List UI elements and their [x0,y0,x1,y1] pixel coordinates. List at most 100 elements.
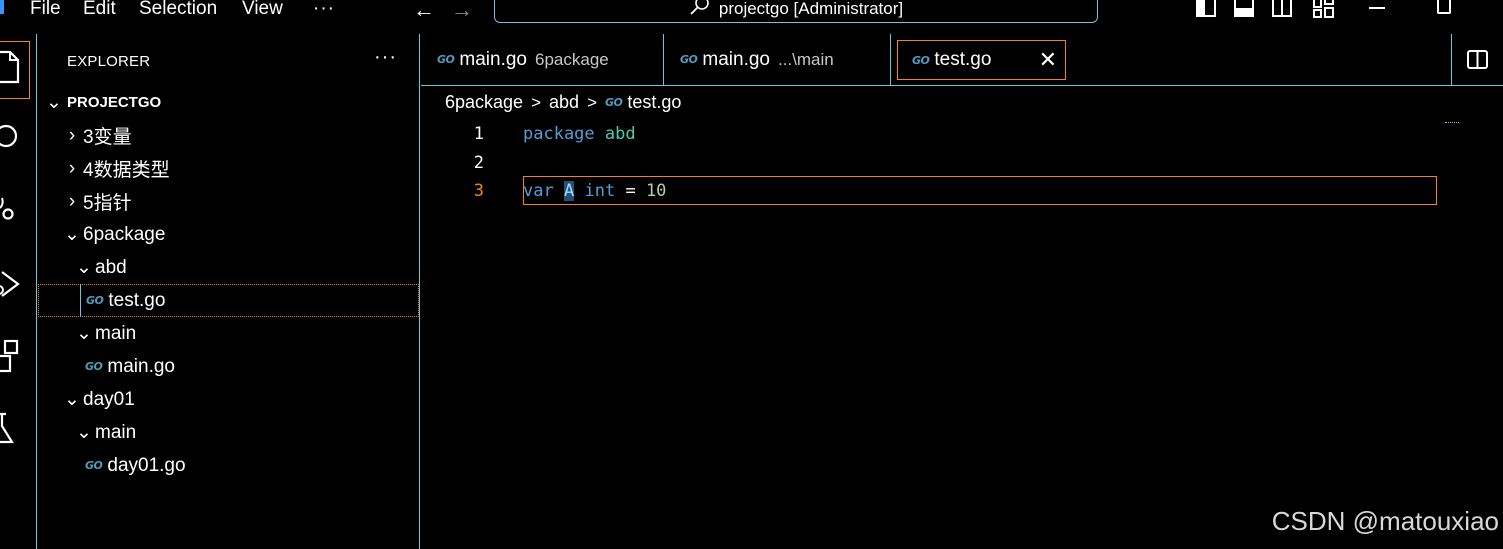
toggle-primary-sidebar-icon[interactable] [1196,0,1216,17]
tree-folder-main[interactable]: ⌄ main [38,416,419,449]
chevron-down-icon: ⌄ [46,92,62,113]
title-bar: File Edit Selection View ··· ← → project… [0,0,1503,34]
go-file-icon: GO [605,96,623,109]
code-editor[interactable]: 1 2 3 package abd var A int = 10 [421,118,1503,549]
minimize-button[interactable] [1369,7,1385,9]
window-title: projectgo [Administrator] [718,0,904,18]
breadcrumb-file[interactable]: test.go [627,92,681,113]
tree-file-day01-go[interactable]: GO day01.go [38,449,419,482]
tree-item-label: 4数据类型 [83,160,170,181]
tree-item-label: day01.go [107,454,186,476]
chevron-down-icon: ⌄ [64,224,80,245]
tree-file-main-go[interactable]: GO main.go [38,350,419,383]
tree-file-test-go[interactable]: GO test.go [38,284,419,317]
editor-tabs: GO main.go 6package GO main.go ...\main … [421,34,1503,86]
tree-root-projectgo[interactable]: ⌄ PROJECTGO [38,86,419,119]
tab-label: test.go [934,49,992,70]
tab-label: main.go [702,48,770,70]
explorer-files-icon[interactable] [0,48,36,88]
tab-description: ...\main [778,49,834,69]
tree-item-label: main [95,421,137,443]
menu-selection[interactable]: Selection [139,0,217,20]
tree-item-label: 6package [83,223,166,245]
indent-guide [80,284,81,317]
back-arrow-icon[interactable]: ← [413,0,435,23]
line-number: 2 [473,153,484,173]
menu-view[interactable]: View [242,0,283,20]
type-int: int [584,181,616,201]
split-editor-button[interactable] [1451,34,1503,85]
testing-flask-icon[interactable] [0,408,36,448]
go-file-icon: GO [437,53,455,66]
breadcrumb-package[interactable]: abd [549,92,579,113]
explorer-sidebar: EXPLORER ··· ⌄ PROJECTGO › 3变量 › 4数据类型 ›… [38,34,420,549]
go-file-icon: GO [85,360,103,373]
line-number: 1 [473,124,484,144]
search-view-icon[interactable] [0,116,36,156]
breadcrumb: 6package > abd > GO test.go [445,92,681,113]
tree-folder-day01[interactable]: ⌄ day01 [38,383,419,416]
breadcrumb-separator: > [531,92,542,112]
forward-arrow-icon[interactable]: → [451,0,473,23]
tree-item-label: test.go [108,289,166,311]
go-file-icon: GO [85,459,103,472]
customize-layout-icon[interactable] [1313,0,1335,18]
menu-file[interactable]: File [30,0,61,20]
keyword-package: package [523,124,595,144]
breadcrumb-folder[interactable]: 6package [445,92,523,113]
search-icon [689,0,711,21]
tree-folder-main[interactable]: ⌄ main [38,317,419,350]
breadcrumb-separator: > [587,92,597,112]
number-literal: 10 [645,181,667,201]
chevron-down-icon: ⌄ [76,422,92,443]
identifier-a: A [563,181,575,201]
menu-more[interactable]: ··· [313,0,335,20]
tree-root-label: PROJECTGO [67,94,162,111]
run-debug-icon[interactable] [0,264,36,304]
sidebar-more-actions-icon[interactable]: ··· [374,46,397,69]
tab-main-go-6package[interactable]: GO main.go 6package [421,34,664,85]
tab-test-go[interactable]: GO test.go ✕ [897,40,1066,80]
command-center-search[interactable]: projectgo [Administrator] [494,0,1098,23]
chevron-down-icon: ⌄ [76,323,92,344]
tab-main-go-main[interactable]: GO main.go ...\main [664,34,891,85]
close-icon[interactable]: ✕ [1039,47,1057,73]
chevron-right-icon: › [68,190,76,212]
go-file-icon: GO [86,294,104,307]
code-line-1: package abd [523,124,636,144]
minimap-indicator [1445,122,1459,124]
chevron-down-icon: ⌄ [76,257,92,278]
sidebar-title: EXPLORER [67,53,151,70]
tree-item-label: main [95,322,137,344]
tree-folder-5[interactable]: › 5指针 [38,185,419,218]
chevron-down-icon: ⌄ [64,389,80,410]
tree-folder-abd[interactable]: ⌄ abd [38,251,419,284]
package-name: abd [604,124,636,144]
tab-label: main.go [459,48,527,70]
tree-folder-4[interactable]: › 4数据类型 [38,152,419,185]
go-file-icon: GO [912,53,930,67]
maximize-button[interactable] [1437,0,1451,14]
tree-item-label: 3变量 [83,127,132,148]
vscode-logo [0,0,4,14]
toggle-secondary-sidebar-icon[interactable] [1272,0,1292,17]
chevron-right-icon: › [68,157,76,179]
tree-item-label: abd [95,256,127,278]
tab-description: 6package [535,49,609,69]
operator-equals: = [625,181,636,201]
source-control-icon[interactable] [0,190,36,230]
extensions-icon[interactable] [0,336,36,376]
toggle-panel-icon[interactable] [1234,0,1254,17]
keyword-var: var [523,181,554,201]
go-file-icon: GO [680,53,698,66]
tree-folder-3[interactable]: › 3变量 [38,119,419,152]
chevron-right-icon: › [68,124,76,146]
tree-folder-6package[interactable]: ⌄ 6package [38,218,419,251]
activity-bar [0,34,37,549]
line-number-current: 3 [473,181,484,201]
tree-item-label: 5指针 [83,193,132,214]
tree-item-label: main.go [107,355,175,377]
menu-edit[interactable]: Edit [83,0,116,20]
tree-item-label: day01 [83,388,135,410]
watermark: CSDN @matouxiao [1271,506,1499,536]
